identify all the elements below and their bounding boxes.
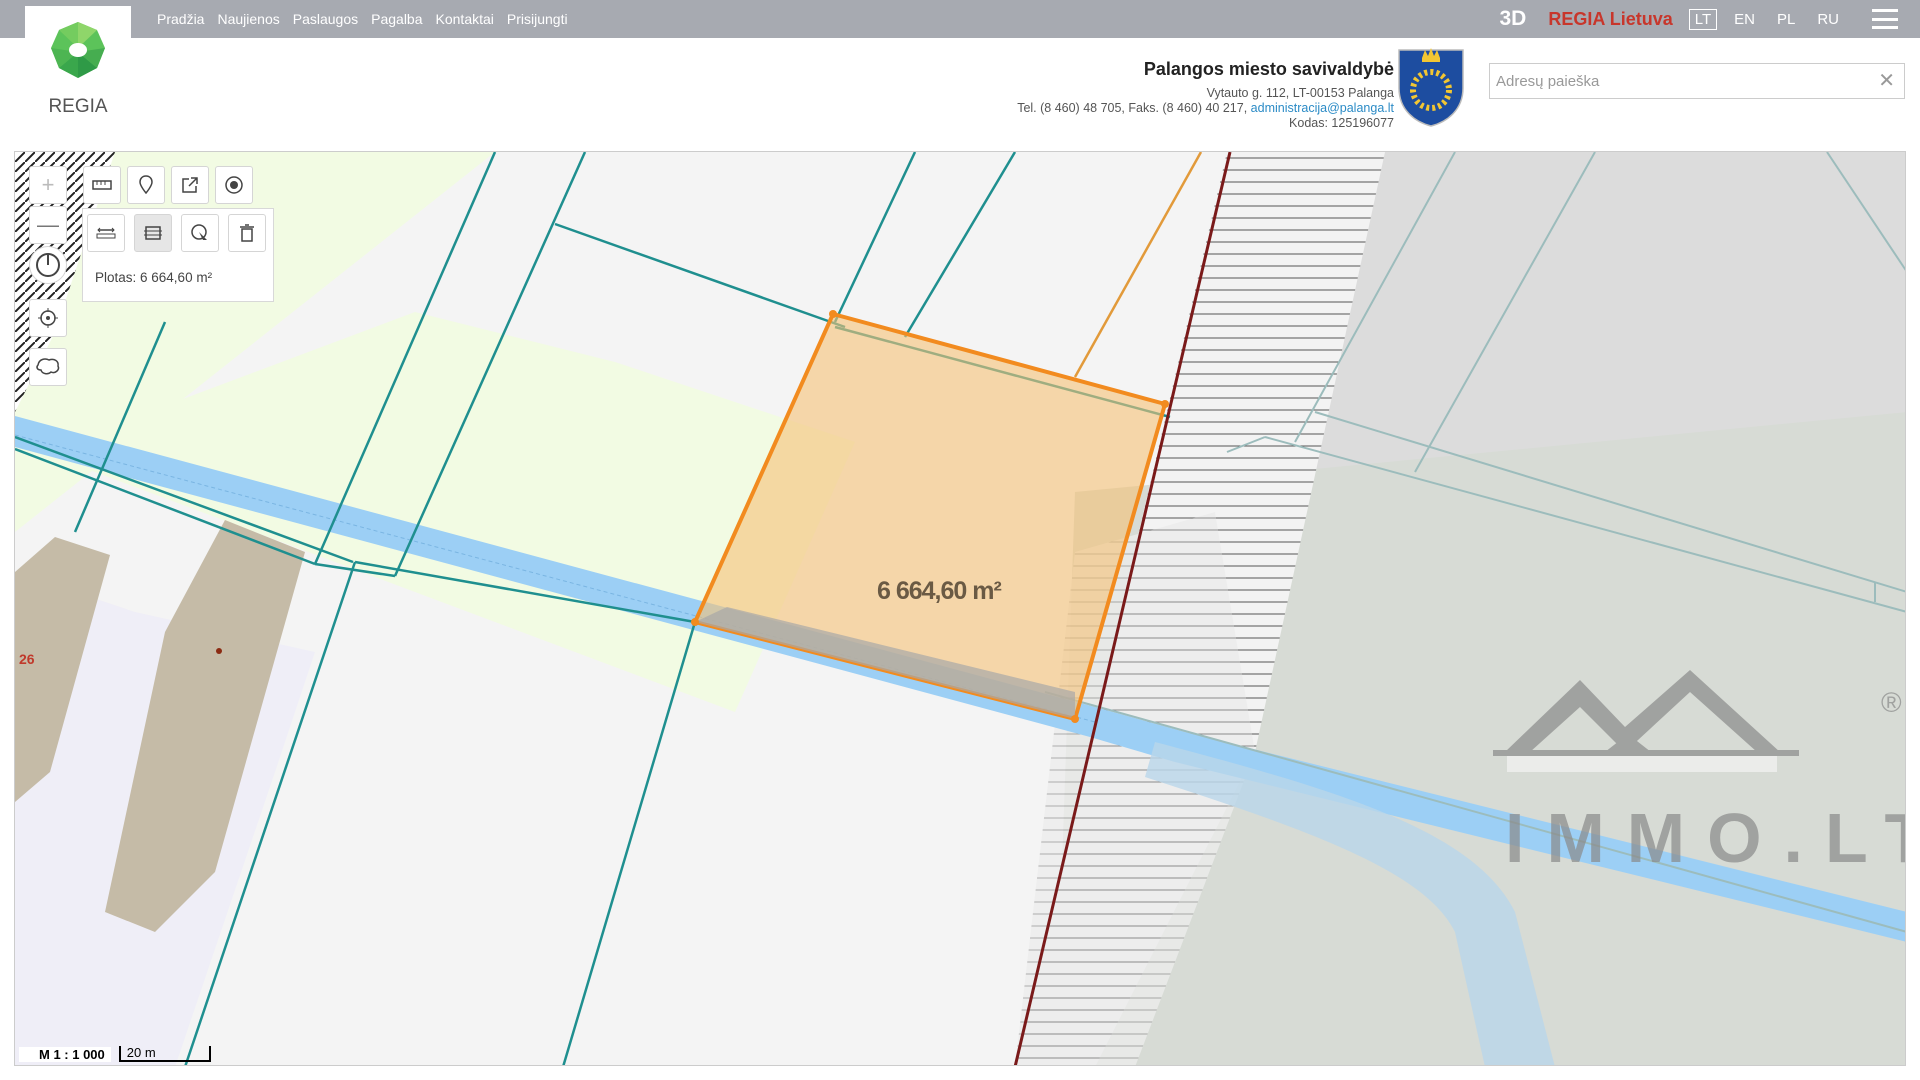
measure-area-button[interactable] — [134, 214, 172, 252]
building-point — [216, 648, 222, 654]
lang-pl[interactable]: PL — [1772, 10, 1800, 29]
svg-text:REGIA: REGIA — [48, 96, 107, 117]
trash-icon — [240, 224, 254, 242]
scale-bar-label: 20 m — [126, 1045, 156, 1060]
zoom-out-icon: — — [37, 212, 59, 237]
plot-number-label: 26 — [19, 651, 35, 667]
nav-contacts[interactable]: Kontaktai — [436, 11, 494, 27]
measure-panel: Plotas: 6 664,60 m² — [82, 208, 274, 302]
nav-help[interactable]: Pagalba — [371, 11, 422, 27]
measure-distance-icon — [96, 227, 116, 239]
vertex[interactable] — [1071, 715, 1079, 723]
municipality-phone: Tel. (8 460) 48 705, Faks. (8 460) 40 21… — [1017, 101, 1248, 115]
map-scale: M 1 : 1 000 20 m — [19, 1045, 211, 1063]
municipality-email-link[interactable]: administracija@palanga.lt — [1251, 101, 1394, 115]
lang-lt[interactable]: LT — [1688, 8, 1718, 30]
svg-text:®: ® — [1881, 687, 1902, 718]
coat-of-arms-icon — [1395, 44, 1467, 128]
clear-measure-button[interactable] — [228, 214, 266, 252]
nav-login[interactable]: Prisijungti — [507, 11, 568, 27]
scale-ratio: M 1 : 1 000 — [19, 1046, 111, 1062]
target-button[interactable] — [215, 166, 253, 204]
measured-area-readout: Plotas: 6 664,60 m² — [95, 270, 213, 285]
ruler-icon — [92, 180, 112, 190]
nav-news[interactable]: Naujienos — [217, 11, 279, 27]
pin-button[interactable] — [127, 166, 165, 204]
region-button[interactable] — [29, 348, 67, 386]
regia-lietuva-link[interactable]: REGIA Lietuva — [1548, 9, 1672, 30]
measure-area-icon — [144, 226, 162, 240]
vertex[interactable] — [1161, 400, 1169, 408]
ruler-button[interactable] — [83, 166, 121, 204]
nav-home[interactable]: Pradžia — [157, 11, 204, 27]
municipality-address: Vytauto g. 112, LT-00153 Palanga — [1206, 86, 1394, 100]
vertex[interactable] — [691, 618, 699, 626]
scale-bar: 20 m — [118, 1045, 211, 1062]
3d-button[interactable]: 3D — [1500, 7, 1527, 31]
zoom-in-button[interactable]: + — [29, 166, 67, 204]
lang-ru[interactable]: RU — [1812, 10, 1844, 29]
map-view[interactable]: IMMO.LT ® + — Plotas: 6 664,60 m² 6 664,… — [14, 151, 1906, 1066]
zoom-out-button[interactable]: — — [29, 206, 67, 244]
address-search-input[interactable] — [1490, 64, 1862, 98]
locate-icon — [38, 308, 58, 328]
select-measure-button[interactable] — [181, 214, 219, 252]
regia-logo-icon: REGIA — [48, 22, 108, 117]
svg-text:IMMO.LT: IMMO.LT — [1505, 799, 1906, 877]
measure-distance-button[interactable] — [87, 214, 125, 252]
locate-button[interactable] — [29, 299, 67, 337]
nav-services[interactable]: Paslaugos — [293, 11, 358, 27]
municipality-name: Palangos miesto savivaldybė — [1143, 59, 1394, 79]
target-icon — [225, 176, 243, 194]
zoom-in-icon: + — [41, 172, 55, 197]
municipality-code: Kodas: 125196077 — [1289, 116, 1394, 130]
address-search: ✕ — [1489, 63, 1905, 99]
compass-button[interactable] — [29, 246, 67, 284]
area-label-on-map: 6 664,60 m² — [877, 577, 1002, 605]
main-nav: Pradžia Naujienos Paslaugos Pagalba Kont… — [157, 0, 568, 38]
menu-icon[interactable] — [1872, 9, 1898, 29]
top-right-controls: 3D REGIA Lietuva LT EN PL RU — [1500, 0, 1898, 38]
share-button[interactable] — [171, 166, 209, 204]
vertex[interactable] — [829, 310, 837, 318]
clear-search-icon[interactable]: ✕ — [1878, 69, 1895, 93]
region-icon — [36, 358, 60, 375]
compass-icon — [36, 253, 60, 277]
share-icon — [182, 177, 198, 193]
municipality-info: Palangos miesto savivaldybė Vytauto g. 1… — [1017, 58, 1394, 131]
pin-icon — [139, 175, 153, 195]
regia-logo[interactable]: REGIA — [25, 6, 131, 126]
top-bar: Pradžia Naujienos Paslaugos Pagalba Kont… — [0, 0, 1920, 38]
municipality-phone-line: Tel. (8 460) 48 705, Faks. (8 460) 40 21… — [1017, 101, 1394, 116]
map-canvas[interactable]: IMMO.LT ® — [15, 152, 1906, 1066]
select-measure-icon — [191, 224, 207, 240]
lang-en[interactable]: EN — [1729, 10, 1760, 29]
